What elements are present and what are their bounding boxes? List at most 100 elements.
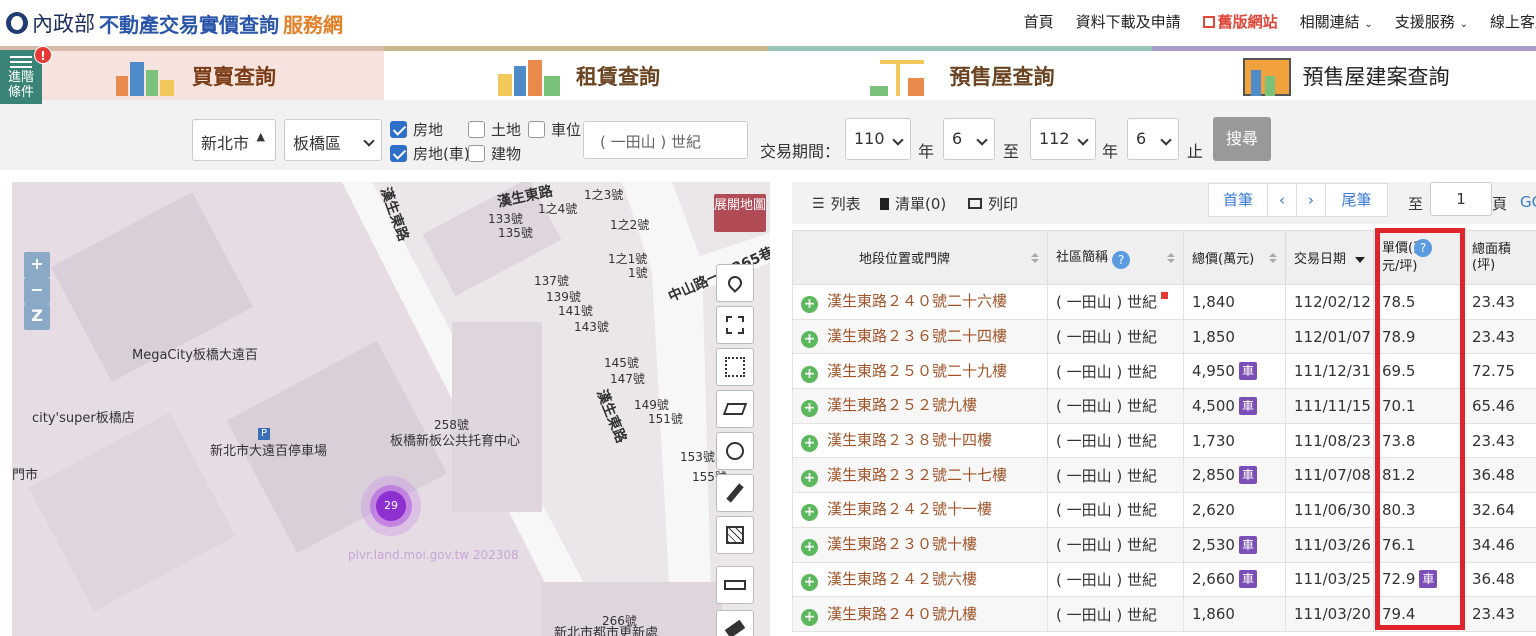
expand-row-icon[interactable]: + xyxy=(801,435,818,453)
address-link[interactable]: 漢生東路２５０號二十九樓 xyxy=(827,362,1007,380)
last-page-button[interactable]: 尾筆 xyxy=(1325,183,1388,217)
from-month-select[interactable]: 6 xyxy=(943,118,995,160)
address-link[interactable]: 漢生東路２３０號十樓 xyxy=(827,535,977,553)
clear-list-button[interactable]: 清單(0) xyxy=(880,193,946,214)
cell-address[interactable]: + 漢生東路２５２號九樓 xyxy=(792,388,1048,424)
unit-price: 69.5 xyxy=(1382,362,1416,381)
table-row[interactable]: + 漢生東路２４２號十一樓 ( 一田山 ) 世紀 2,620 111/06/30 80.3… xyxy=(792,492,1536,528)
list-view-button[interactable]: ☰ 列表 xyxy=(812,193,861,214)
checkbox-land-house-parking[interactable]: 房地(車) xyxy=(390,143,470,164)
address-link[interactable]: 漢生東路２４２號十一樓 xyxy=(827,500,992,518)
select-rect-tool[interactable] xyxy=(716,348,754,386)
address-link[interactable]: 漢生東路２３６號二十四樓 xyxy=(827,327,1007,345)
cell-address[interactable]: + 漢生東路２４０號九樓 xyxy=(792,596,1048,632)
advanced-conditions-button[interactable]: 進階 條件 ! xyxy=(0,46,52,104)
cluster-count[interactable]: 29 xyxy=(382,499,400,512)
table-row[interactable]: + 漢生東路２５２號九樓 ( 一田山 ) 世紀 4,500 車 111/11/15 70.1… xyxy=(792,388,1536,424)
search-button[interactable]: 搜尋 xyxy=(1213,117,1271,161)
zoom-reset-button[interactable]: Z xyxy=(24,304,50,330)
map-pin-tool[interactable] xyxy=(716,264,754,302)
measure-tool[interactable] xyxy=(716,566,754,604)
table-row[interactable]: + 漢生東路２３８號十四樓 ( 一田山 ) 世紀 1,730 111/08/23 73.8… xyxy=(792,422,1536,459)
tab-rent-query[interactable]: 租賃查詢 xyxy=(384,46,768,100)
tab-sale-query[interactable]: 買賣查詢 xyxy=(0,46,384,100)
draw-tool[interactable] xyxy=(716,474,754,512)
nav-home[interactable]: 首頁 xyxy=(1024,11,1054,32)
district-select[interactable]: 板橋區 xyxy=(284,119,382,161)
cell-address[interactable]: + 漢生東路２３０號十樓 xyxy=(792,526,1048,563)
hatch-area-tool[interactable] xyxy=(716,516,754,554)
col-header-date[interactable]: 交易日期 xyxy=(1285,230,1374,285)
first-page-button[interactable]: 首筆 xyxy=(1208,183,1268,217)
expand-row-icon[interactable]: + xyxy=(801,365,818,383)
prev-page-button[interactable]: ‹ xyxy=(1267,183,1297,217)
expand-row-icon[interactable]: + xyxy=(801,504,818,522)
from-year-select[interactable]: 110 xyxy=(845,118,911,160)
tab-presale-project[interactable]: 預售屋建案查詢 xyxy=(1152,46,1536,100)
col-header-total[interactable]: 總價(萬元) xyxy=(1183,230,1286,285)
col-header-area[interactable]: 總面積(坪) xyxy=(1463,230,1536,285)
help-icon[interactable]: ? xyxy=(1112,251,1131,269)
nav-online-service[interactable]: 線上客服 xyxy=(1490,11,1536,32)
nav-old-site[interactable]: 舊版網站 xyxy=(1202,11,1278,32)
site-logo[interactable]: 內政部 不動產交易實價查詢 服務網 xyxy=(6,8,343,38)
checkbox-land-house[interactable]: 房地 xyxy=(390,119,443,140)
cell-address[interactable]: + 漢生東路２４２號六樓 xyxy=(792,561,1048,598)
address-link[interactable]: 漢生東路２５２號九樓 xyxy=(827,396,977,414)
cell-address[interactable]: + 漢生東路２４２號十一樓 xyxy=(792,492,1048,528)
zoom-out-button[interactable]: − xyxy=(24,278,50,304)
cell-address[interactable]: + 漢生東路２５０號二十九樓 xyxy=(792,353,1048,390)
address-link[interactable]: 漢生東路２４０號九樓 xyxy=(827,605,977,623)
next-page-button[interactable]: › xyxy=(1296,183,1326,217)
table-row[interactable]: + 漢生東路２４０號二十六樓 ( 一田山 ) 世紀 1,840 112/02/12 78.… xyxy=(792,284,1536,320)
expand-row-icon[interactable]: + xyxy=(801,539,818,557)
layers-tool[interactable] xyxy=(716,390,754,428)
table-row[interactable]: + 漢生東路２３０號十樓 ( 一田山 ) 世紀 2,530 車 111/03/26 76.1… xyxy=(792,526,1536,563)
expand-row-icon[interactable]: + xyxy=(801,573,818,591)
to-month-select[interactable]: 6 xyxy=(1127,118,1179,160)
cell-address[interactable]: + 漢生東路２３２號二十七樓 xyxy=(792,457,1048,494)
expand-row-icon[interactable]: + xyxy=(801,608,818,626)
address-link[interactable]: 漢生東路２３２號二十七樓 xyxy=(827,466,1007,484)
locate-tool[interactable] xyxy=(716,432,754,470)
checkbox-parking[interactable]: 車位 xyxy=(528,119,581,140)
expand-row-icon[interactable]: + xyxy=(801,469,818,487)
to-year-select[interactable]: 112 xyxy=(1030,118,1096,160)
cell-address[interactable]: + 漢生東路２４０號二十六樓 xyxy=(792,284,1048,320)
expand-map-button[interactable]: 展開地圖 xyxy=(714,194,766,232)
page-number-input[interactable]: 1 xyxy=(1430,182,1492,216)
nav-links-label: 相關連結 xyxy=(1299,13,1360,31)
help-icon[interactable]: ? xyxy=(1414,239,1432,257)
checkbox-land[interactable]: 土地 xyxy=(468,119,521,140)
address-link[interactable]: 漢生東路２３８號十四樓 xyxy=(827,431,992,449)
table-row[interactable]: + 漢生東路２３６號二十四樓 ( 一田山 ) 世紀 1,850 112/01/07 78.… xyxy=(792,318,1536,355)
cell-address[interactable]: + 漢生東路２３６號二十四樓 xyxy=(792,318,1048,355)
zoom-in-button[interactable]: + xyxy=(24,252,50,278)
eraser-tool[interactable] xyxy=(716,610,754,636)
col-header-community[interactable]: 社區簡稱 ? xyxy=(1047,230,1184,285)
col-header-unit-price[interactable]: 單價(萬元/坪)? xyxy=(1373,230,1464,285)
go-button[interactable]: GO xyxy=(1520,193,1536,211)
print-button[interactable]: 列印 xyxy=(968,193,1018,214)
table-row[interactable]: + 漢生東路２３２號二十七樓 ( 一田山 ) 世紀 2,850 車 111/07/08 81… xyxy=(792,457,1536,494)
col-header-address[interactable]: 地段位置或門牌 xyxy=(792,230,1048,285)
table-row[interactable]: + 漢生東路２５０號二十九樓 ( 一田山 ) 世紀 4,950 車 111/12/31 69… xyxy=(792,353,1536,390)
checkbox-building[interactable]: 建物 xyxy=(468,143,521,164)
tab-presale-query[interactable]: 預售屋查詢 xyxy=(768,46,1152,100)
address-link[interactable]: 漢生東路２４０號二十六樓 xyxy=(827,292,1007,310)
header-label: 社區簡稱 xyxy=(1056,250,1109,265)
map-view[interactable]: + − Z 漢生東路 漢生東路 中山路一段265巷 漢生東路 MegaCity板… xyxy=(12,182,770,636)
address-link[interactable]: 漢生東路２４２號六樓 xyxy=(827,570,977,588)
nav-links[interactable]: 相關連結 ⌄ xyxy=(1300,11,1373,32)
table-row[interactable]: + 漢生東路２４２號六樓( 一田山 ) 世紀 2,660 車 111/03/25 72.9… xyxy=(792,561,1536,598)
expand-row-icon[interactable]: + xyxy=(801,296,818,314)
city-select[interactable]: 新北市 ▲ xyxy=(192,119,276,161)
table-row[interactable]: + 漢生東路２４０號九樓 ( 一田山 ) 世紀 1,860 111/03/20 79.4 2… xyxy=(792,596,1536,632)
expand-row-icon[interactable]: + xyxy=(801,400,818,418)
expand-row-icon[interactable]: + xyxy=(801,331,818,349)
community-input[interactable]: ( 一田山 ) 世紀 xyxy=(583,121,748,159)
nav-support[interactable]: 支援服務 ⌄ xyxy=(1395,11,1468,32)
select-area-tool[interactable] xyxy=(716,306,754,344)
cell-address[interactable]: + 漢生東路２３８號十四樓 xyxy=(792,422,1048,459)
nav-download[interactable]: 資料下載及申請 xyxy=(1076,11,1181,32)
